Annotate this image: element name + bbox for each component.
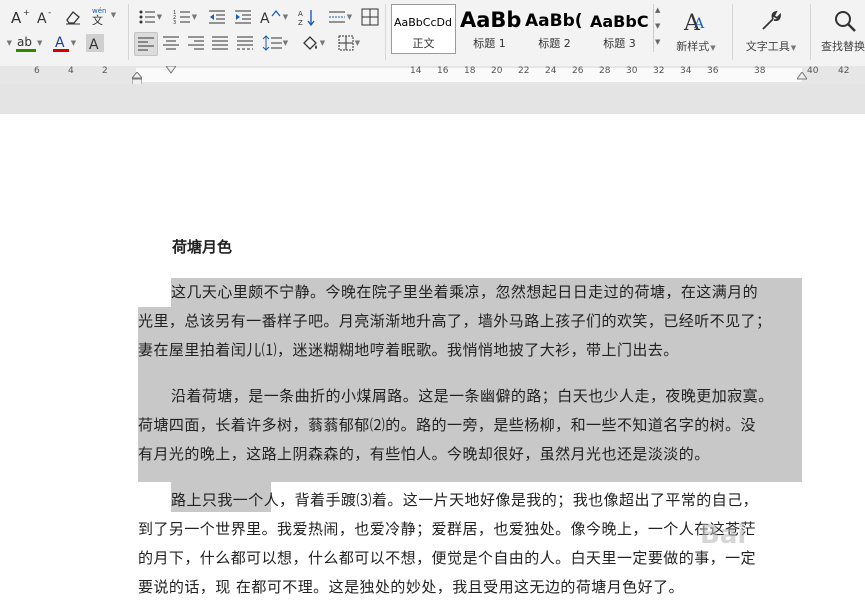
fill-icon[interactable]: ▼: [298, 32, 328, 54]
decrease-indent-icon[interactable]: [205, 6, 229, 28]
show-marks-icon[interactable]: [359, 6, 381, 28]
paragraph-line[interactable]: 沿着荷塘，是一条曲折的小煤屑路。这是一条幽僻的路；白天也少人走，夜晚更加寂寞。: [171, 382, 774, 411]
find-replace-button[interactable]: 查找替换: [815, 4, 865, 56]
ruler-label: 24: [545, 66, 557, 76]
svg-text:3: 3: [173, 20, 176, 25]
ruler-label: 14: [410, 66, 422, 76]
phonetic-guide-icon[interactable]: wén 文 ▼: [88, 4, 118, 26]
ruler-label: 2: [102, 66, 108, 76]
distributed-icon[interactable]: [234, 32, 256, 54]
paragraph-line[interactable]: 的月下，什么都可以想，什么都可以不想，便觉是个自由的人。白天里一定要做的事，一定: [138, 544, 756, 573]
paragraph-line[interactable]: 到了另一个世界里。我爱热闹，也爱冷静；爱群居，也爱独处。像今晚上，一个人在这苍茫: [138, 515, 756, 544]
svg-text:A: A: [11, 9, 22, 26]
ruler-label: 6: [34, 66, 40, 76]
svg-text:A: A: [55, 35, 65, 51]
document-title[interactable]: 荷塘月色: [172, 236, 232, 257]
magnifier-icon: [835, 11, 856, 32]
watermark: Bai: [700, 520, 747, 550]
paragraph-line[interactable]: 要说的话，现 在都可不理。这是独处的妙处，我且受用这无边的荷塘月色好了。: [138, 573, 684, 602]
sort-icon[interactable]: AZ: [296, 6, 318, 28]
paragraph-line[interactable]: 有月光的晚上，这路上阴森森的，有些怕人。今晚却很好，虽然月光也还是淡淡的。: [138, 440, 710, 469]
highlight-icon[interactable]: ▼ ab ▼: [4, 32, 44, 54]
ruler-label: 16: [437, 66, 449, 76]
align-left-icon[interactable]: [134, 32, 158, 56]
svg-text:-: -: [48, 8, 51, 18]
page-gap: [0, 84, 865, 114]
font-color-icon[interactable]: A ▼: [50, 32, 78, 54]
ruler-label: 40: [807, 66, 819, 76]
ruler-label: 22: [518, 66, 530, 76]
ruler-label: 38: [754, 66, 766, 76]
svg-text:A: A: [693, 16, 705, 32]
decrease-font-icon[interactable]: A-: [35, 6, 59, 28]
clear-format-icon[interactable]: [61, 6, 85, 28]
style-heading-3[interactable]: AaBbC 标题 3: [587, 4, 652, 54]
paragraph-line[interactable]: 荷塘四面，长着许多树，蓊蓊郁郁⑵的。路的一旁，是些杨柳，和一些不知道名字的树。没: [138, 411, 756, 440]
numbered-list-icon[interactable]: 1 2 3 ▼: [170, 6, 200, 28]
justify-icon[interactable]: [209, 32, 231, 54]
ruler-label: 20: [491, 66, 503, 76]
style-heading-1[interactable]: AaBb 标题 1: [457, 4, 522, 54]
svg-text:A: A: [298, 10, 303, 18]
svg-text:A: A: [260, 11, 270, 26]
ruler-label: 34: [680, 66, 692, 76]
char-shading-icon[interactable]: A: [84, 32, 106, 54]
style-gallery-scroll[interactable]: ▲ ▼ ▼: [653, 4, 664, 52]
first-line-indent-marker[interactable]: [166, 66, 176, 74]
horizontal-ruler[interactable]: 6 4 2 14 16 18 20 22 24 26 28 30 32 34 3…: [0, 66, 865, 86]
style-normal[interactable]: AaBbCcDd 正文: [391, 4, 456, 54]
paragraph-line[interactable]: 这几天心里颇不宁静。今晚在院子里坐着乘凉，忽然想起日日走过的荷塘，在这满月的: [171, 278, 758, 307]
paragraph-line[interactable]: 路上只我一个人，背着手踱⑶着。这一片天地好像是我的；我也像超出了平常的自己，: [171, 486, 758, 515]
ribbon-toolbar: A + A- wén 文 ▼ ▼ 1 2 3 ▼ A ▼ AZ ▼ ▼ ab ▼ A ▼ A: [0, 0, 865, 67]
border-icon[interactable]: ▼: [334, 32, 364, 54]
svg-text:文: 文: [92, 13, 103, 25]
wrench-icon: [762, 10, 781, 30]
style-gallery: AaBbCcDd 正文 AaBb 标题 1 AaBb( 标题 2 AaBbC 标…: [391, 4, 663, 54]
ruler-label: 32: [653, 66, 665, 76]
ruler-label: 18: [464, 66, 476, 76]
ruler-label: 30: [626, 66, 638, 76]
svg-text:+: +: [23, 8, 30, 17]
ruler-label: 26: [572, 66, 584, 76]
increase-font-icon[interactable]: A +: [8, 6, 34, 28]
change-case-icon[interactable]: A ▼: [258, 6, 290, 28]
bullet-list-icon[interactable]: ▼: [135, 6, 165, 28]
increase-indent-icon[interactable]: [231, 6, 255, 28]
svg-text:A: A: [89, 37, 99, 52]
paragraph-line[interactable]: 妻在屋里拍着闰儿⑴，迷迷糊糊地哼着眠歌。我悄悄地披了大衫，带上门出去。: [138, 336, 679, 365]
svg-text:ab: ab: [17, 35, 32, 49]
svg-text:A: A: [37, 11, 47, 26]
ruler-label: 36: [707, 66, 719, 76]
align-center-icon[interactable]: [160, 32, 182, 54]
ruler-label: 28: [599, 66, 611, 76]
paragraph-line[interactable]: 光里，总该另有一番样子吧。月亮渐渐地升高了，墙外马路上孩子们的欢笑，已经听不见了…: [138, 307, 771, 336]
text-tools-button[interactable]: 文字工具▼: [740, 4, 802, 56]
line-spacing-icon[interactable]: ▼: [259, 32, 291, 54]
ruler-label: 42: [838, 66, 850, 76]
new-style-icon: AA: [683, 11, 705, 36]
ruler-label: 4: [68, 66, 74, 76]
new-style-button[interactable]: AA 新样式▼: [670, 4, 722, 56]
right-indent-marker[interactable]: [797, 72, 807, 80]
svg-text:Z: Z: [298, 19, 303, 26]
align-right-icon[interactable]: [185, 32, 207, 54]
style-heading-2[interactable]: AaBb( 标题 2: [522, 4, 587, 54]
chinese-layout-icon[interactable]: ▼: [325, 6, 355, 28]
